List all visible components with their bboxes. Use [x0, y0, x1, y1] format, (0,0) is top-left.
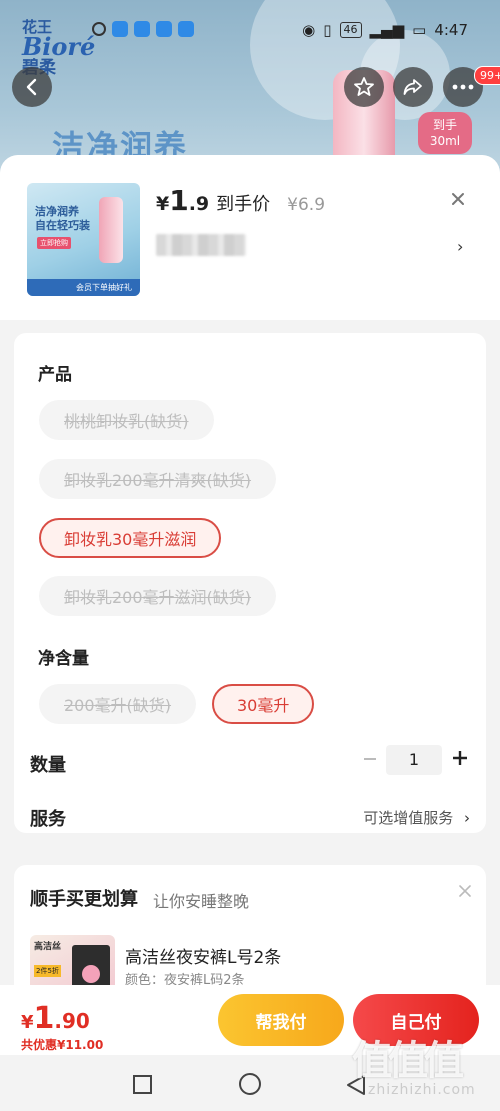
product-thumbnail[interactable]: 洁净润养 自在轻巧装 立即抢购 会员下单抽好礼: [27, 183, 140, 296]
product-section-label: 产品: [38, 365, 72, 385]
share-icon: [403, 79, 422, 95]
vibrate-icon: ▯: [323, 21, 332, 39]
option-chip-label: 桃桃卸妆乳(缺货): [64, 412, 189, 431]
notification-badge: 99+: [474, 66, 500, 85]
sheet-header: 洁净润养 自在轻巧装 立即抢购 会员下单抽好礼 ¥ 1 .9 到手价 ¥6.9 …: [0, 155, 500, 320]
share-button[interactable]: [393, 67, 433, 107]
close-button[interactable]: [447, 188, 469, 210]
quantity-input[interactable]: 1: [386, 745, 442, 775]
battery-icon: ▭: [412, 21, 427, 39]
close-icon: [452, 193, 464, 205]
cloud-icon: [134, 21, 150, 37]
recommend-item-name[interactable]: 高洁丝夜安裤L号2条: [125, 943, 281, 968]
option-chip-selected[interactable]: 卸妆乳30毫升滋润: [39, 518, 222, 558]
chat-icon: [156, 21, 172, 37]
recommend-image-badge: 2件5折: [34, 965, 61, 977]
option-chip-label: 卸妆乳30毫升滋润: [64, 530, 197, 549]
recommend-image-logo: 高洁丝: [34, 942, 62, 952]
recommend-close-button[interactable]: [457, 883, 473, 899]
chevron-right-icon: ›: [464, 809, 470, 827]
thumb-tag: 立即抢购: [37, 237, 71, 249]
heart-icon: [82, 965, 100, 983]
service-label: 服务: [30, 809, 66, 830]
minus-icon: [364, 758, 376, 760]
star-icon: [354, 77, 374, 96]
option-chip-label: 卸妆乳200毫升清爽(缺货): [64, 471, 252, 490]
watermark-logo: 值值值: [352, 1038, 464, 1084]
total-price: ¥ 1 .90: [21, 1001, 90, 1036]
help-pay-button[interactable]: 帮我付: [218, 994, 344, 1046]
status-bar: ◉ ▯ 46 ▂▄▆ ▭ 4:47: [0, 18, 500, 46]
status-right: ◉ ▯ 46 ▂▄▆ ▭ 4:47: [302, 21, 468, 39]
cloud-icon: [178, 21, 194, 37]
total-integer: 1: [33, 1001, 55, 1036]
watermark: 值值值 zhizhizhi.com: [340, 1022, 500, 1111]
option-chip[interactable]: 卸妆乳200毫升清爽(缺货): [39, 459, 277, 499]
back-icon: [26, 78, 37, 96]
price-label: 到手价: [216, 194, 271, 215]
thumb-title: 洁净润养 自在轻巧装: [35, 205, 90, 232]
status-apps: [92, 21, 194, 37]
total-currency: ¥: [21, 1012, 34, 1033]
close-icon: [459, 885, 471, 897]
qq-icon: [92, 22, 106, 36]
quantity-row: 数量 1: [30, 745, 470, 781]
watermark-url: zhizhizhi.com: [368, 1082, 476, 1098]
clock: 4:47: [434, 21, 468, 39]
plus-icon: [453, 751, 467, 765]
signal-icon: ▂▄▆: [369, 21, 405, 39]
volume-chip-selected[interactable]: 30毫升: [212, 684, 315, 724]
hero-badge: 到手 30ml: [418, 112, 472, 154]
sku-selector-sheet: 洁净润养 自在轻巧装 立即抢购 会员下单抽好礼 ¥ 1 .9 到手价 ¥6.9 …: [0, 155, 500, 1111]
quantity-label: 数量: [30, 755, 66, 776]
service-value: 可选增值服务 ›: [363, 807, 470, 828]
eye-icon: ◉: [302, 21, 316, 39]
volume-chip-label: 200毫升(缺货): [64, 696, 172, 715]
header-card-edge: [14, 305, 486, 320]
home-button[interactable]: [239, 1073, 261, 1095]
recommend-subtitle: 让你安睡整晚: [153, 892, 250, 911]
chevron-right-icon[interactable]: ›: [457, 237, 463, 256]
price-decimal: .9: [188, 193, 210, 215]
option-chip[interactable]: 桃桃卸妆乳(缺货): [39, 400, 214, 440]
option-chip[interactable]: 卸妆乳200毫升滋润(缺货): [39, 576, 277, 616]
thumb-bottle-image: [99, 197, 123, 263]
favorite-button[interactable]: [344, 67, 384, 107]
recommend-title: 顺手买更划算: [30, 889, 138, 910]
quantity-decrement-button[interactable]: [360, 749, 380, 774]
price-currency: ¥: [156, 193, 170, 215]
service-value-text: 可选增值服务: [363, 809, 454, 827]
option-chip-label: 卸妆乳200毫升滋润(缺货): [64, 588, 252, 607]
price-row: ¥ 1 .9 到手价 ¥6.9: [156, 184, 325, 217]
original-price: ¥6.9: [287, 195, 326, 215]
quantity-increment-button[interactable]: [450, 747, 470, 775]
more-icon: [452, 84, 474, 90]
network-indicator: 46: [339, 22, 362, 38]
service-row[interactable]: 服务 可选增值服务 ›: [30, 805, 470, 835]
volume-section-label: 净含量: [38, 649, 89, 669]
price-integer: 1: [169, 184, 189, 217]
blurred-text: [156, 234, 246, 256]
volume-chip[interactable]: 200毫升(缺货): [39, 684, 197, 724]
thumb-footer: 会员下单抽好礼: [27, 279, 140, 296]
volume-chip-label: 30毫升: [237, 696, 290, 715]
discount-total: 共优惠¥11.00: [21, 1038, 104, 1052]
recent-apps-button[interactable]: [133, 1075, 152, 1094]
total-decimal: .90: [54, 1009, 90, 1033]
back-button[interactable]: [12, 67, 52, 107]
app-icon: [112, 21, 128, 37]
